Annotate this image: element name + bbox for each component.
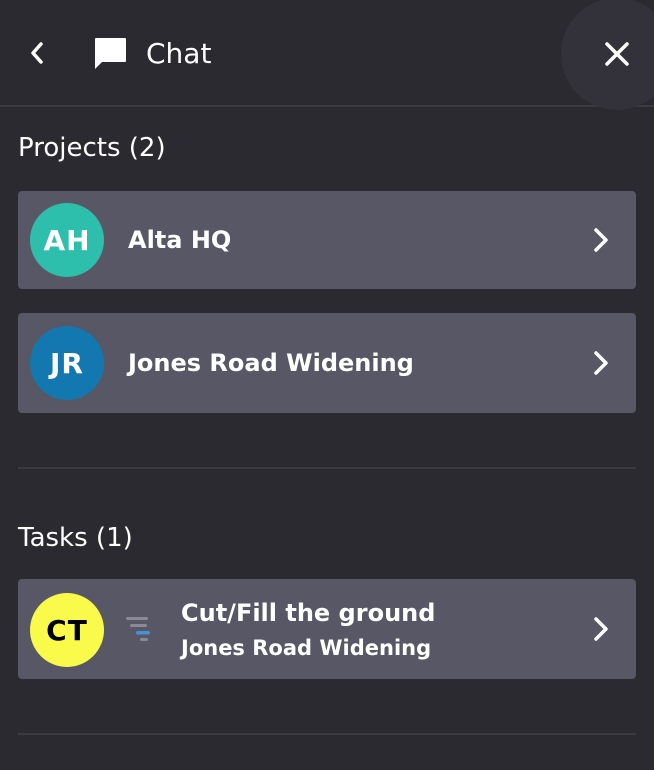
chevron-right-icon xyxy=(594,228,608,252)
tasks-heading: Tasks (1) xyxy=(18,523,133,553)
projects-heading: Projects (2) xyxy=(18,133,166,163)
chevron-right-icon xyxy=(594,351,608,375)
avatar: JR xyxy=(30,326,104,400)
section-divider xyxy=(18,467,636,469)
task-title: Cut/Fill the ground xyxy=(181,599,436,627)
task-card-cut-fill[interactable]: CT Cut/Fill the ground Jones Road Wideni… xyxy=(18,579,636,679)
chevron-right-icon xyxy=(594,617,608,641)
close-icon xyxy=(605,42,629,66)
close-button[interactable] xyxy=(561,0,654,110)
project-name: Jones Road Widening xyxy=(128,349,414,377)
project-card-alta-hq[interactable]: AH Alta HQ xyxy=(18,191,636,289)
chat-bubble-icon xyxy=(95,38,126,69)
task-project-name: Jones Road Widening xyxy=(181,636,432,660)
avatar: AH xyxy=(30,203,104,277)
chat-header: Chat xyxy=(0,0,654,110)
project-name: Alta HQ xyxy=(128,226,232,254)
chevron-left-icon xyxy=(31,42,43,64)
project-card-jones-road-widening[interactable]: JR Jones Road Widening xyxy=(18,313,636,413)
chat-panel: Chat Projects (2) AH Alta HQ JR Jones Ro… xyxy=(0,0,654,770)
section-divider xyxy=(18,733,636,735)
priority-low-icon xyxy=(126,617,150,641)
avatar: CT xyxy=(30,593,104,667)
back-button[interactable] xyxy=(22,38,52,68)
page-title: Chat xyxy=(146,37,212,70)
